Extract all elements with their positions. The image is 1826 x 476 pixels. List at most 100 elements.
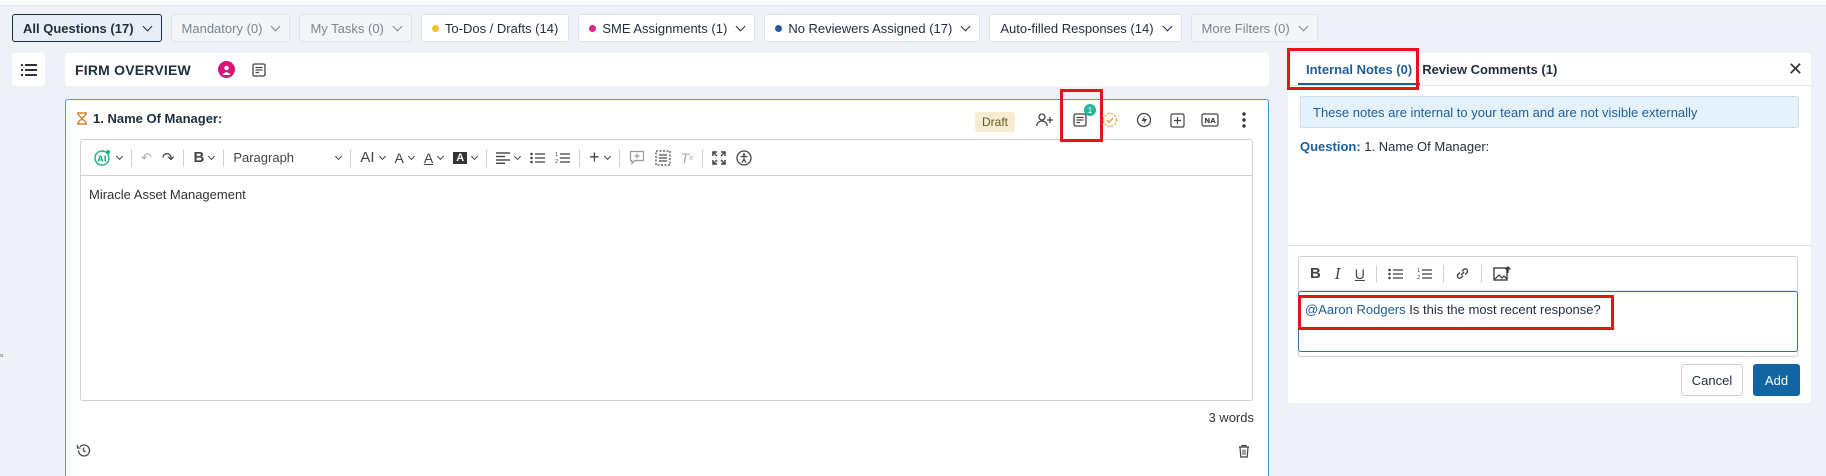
chevron-down-icon [208, 152, 216, 160]
question-reference-value: 1. Name Of Manager: [1364, 139, 1490, 154]
filter-label: Mandatory (0) [181, 20, 263, 36]
chevron-down-icon [1298, 21, 1309, 31]
add-button[interactable]: Add [1753, 364, 1800, 396]
notes-icon[interactable] [252, 62, 266, 77]
internal-notes-notice: These notes are internal to your team an… [1300, 96, 1799, 128]
chevron-down-icon [603, 152, 611, 160]
chevron-down-icon [378, 152, 386, 160]
close-icon[interactable]: ✕ [1788, 59, 1803, 80]
divider [618, 148, 620, 167]
question-reference-label: Question: [1300, 139, 1361, 154]
tab-review-comments[interactable]: Review Comments (1) [1420, 62, 1565, 85]
text-format-icon[interactable]: A [390, 146, 419, 170]
more-options-icon[interactable] [1234, 110, 1254, 130]
accessibility-icon[interactable] [731, 146, 757, 170]
svg-text:2: 2 [555, 159, 558, 164]
edge-marker: ▫ [0, 350, 4, 360]
filter-more[interactable]: More Filters (0) [1190, 14, 1318, 42]
align-left-icon[interactable] [491, 146, 525, 170]
delete-icon[interactable] [1238, 444, 1250, 461]
not-applicable-icon[interactable]: NA [1200, 110, 1220, 130]
user-avatar-icon[interactable] [217, 61, 235, 78]
chevron-down-icon [335, 152, 343, 160]
divider [486, 148, 488, 167]
filter-all-questions[interactable]: All Questions (17) [12, 14, 162, 42]
undo-icon[interactable]: ↶ [136, 146, 157, 170]
cancel-button[interactable]: Cancel [1681, 364, 1743, 396]
paragraph-style-label: Paragraph [233, 150, 295, 165]
chevron-down-icon [407, 152, 415, 160]
filter-label: More Filters (0) [1201, 20, 1290, 36]
section-title: FIRM OVERVIEW [75, 61, 191, 78]
select-all-icon[interactable] [650, 146, 676, 170]
clear-formatting-icon[interactable]: Tx [676, 146, 699, 170]
link-icon[interactable] [1448, 262, 1477, 286]
redo-icon[interactable]: ↷ [157, 146, 180, 170]
filter-bar: All Questions (17) Mandatory (0) My Task… [12, 14, 1318, 42]
numbered-list-icon[interactable]: 12 [1410, 262, 1439, 286]
divider [131, 148, 132, 167]
bold-icon[interactable]: B [188, 146, 219, 170]
highlight-box [1298, 295, 1614, 330]
divider [1375, 264, 1377, 283]
font-size-icon[interactable]: AI [355, 146, 389, 170]
filter-label: Auto-filled Responses (14) [1000, 20, 1154, 36]
status-badge: Draft [975, 112, 1016, 132]
svg-text:NA: NA [1204, 117, 1216, 125]
approve-check-icon[interactable] [1100, 110, 1120, 130]
divider [1288, 245, 1811, 246]
chevron-down-icon [514, 152, 522, 160]
insert-image-icon[interactable] [1486, 262, 1518, 286]
status-dot-icon [431, 24, 439, 32]
comment-icon[interactable] [624, 146, 650, 170]
fullscreen-icon[interactable] [707, 146, 731, 170]
question-list-toggle-button[interactable] [12, 53, 45, 86]
filter-label: To-Dos / Drafts (14) [444, 20, 559, 36]
hourglass-icon [77, 112, 87, 125]
divider [350, 148, 352, 167]
top-bar [0, 0, 1826, 6]
question-title: 1. Name Of Manager: [93, 111, 223, 126]
filter-label: SME Assignments (1) [602, 20, 728, 36]
status-dot-icon [775, 24, 783, 32]
divider [1442, 264, 1444, 283]
chevron-down-icon [271, 21, 281, 31]
insert-icon[interactable]: + [584, 146, 615, 170]
highlight-color-icon[interactable]: A [448, 146, 482, 170]
add-box-icon[interactable] [1167, 110, 1187, 130]
note-toolbar: B I U 12 [1299, 257, 1797, 291]
list-icon [20, 63, 37, 76]
bullet-list-icon[interactable] [525, 146, 550, 170]
font-color-icon[interactable]: A [419, 146, 448, 170]
assign-user-icon[interactable] [1035, 110, 1055, 130]
italic-icon[interactable]: I [1328, 262, 1348, 286]
chevron-down-icon [1162, 21, 1172, 31]
filter-no-reviewers[interactable]: No Reviewers Assigned (17) [764, 14, 981, 42]
bold-icon[interactable]: B [1303, 262, 1328, 286]
filter-label: All Questions (17) [23, 20, 134, 36]
svg-text:1: 1 [1417, 268, 1420, 274]
ai-assist-icon[interactable]: AI [89, 146, 127, 170]
filter-mandatory[interactable]: Mandatory (0) [170, 14, 291, 42]
history-icon[interactable] [76, 443, 91, 461]
filter-sme-assignments[interactable]: SME Assignments (1) [578, 14, 756, 42]
filter-auto-filled[interactable]: Auto-filled Responses (14) [989, 14, 1182, 42]
bullet-list-icon[interactable] [1381, 262, 1410, 286]
divider [579, 148, 581, 167]
filter-label: No Reviewers Assigned (17) [788, 20, 953, 36]
divider [183, 148, 185, 167]
chevron-down-icon [960, 21, 971, 31]
chevron-down-icon [142, 21, 152, 31]
numbered-list-icon[interactable]: 12 [550, 146, 575, 170]
answer-text[interactable]: Miracle Asset Management [81, 176, 1252, 213]
lightning-icon[interactable] [1134, 110, 1154, 130]
word-count: 3 words [1208, 410, 1254, 425]
paragraph-style-select[interactable]: Paragraph [228, 146, 346, 170]
underline-icon[interactable]: U [1348, 262, 1372, 286]
chevron-down-icon [471, 152, 479, 160]
filter-my-tasks[interactable]: My Tasks (0) [299, 14, 412, 42]
divider [702, 148, 704, 167]
filter-todos-drafts[interactable]: To-Dos / Drafts (14) [420, 14, 570, 42]
editor-toolbar: AI ↶ ↷ B Paragraph AI A A A 12 + Tx [81, 140, 1252, 176]
answer-editor: AI ↶ ↷ B Paragraph AI A A A 12 + Tx Mira… [80, 139, 1253, 401]
